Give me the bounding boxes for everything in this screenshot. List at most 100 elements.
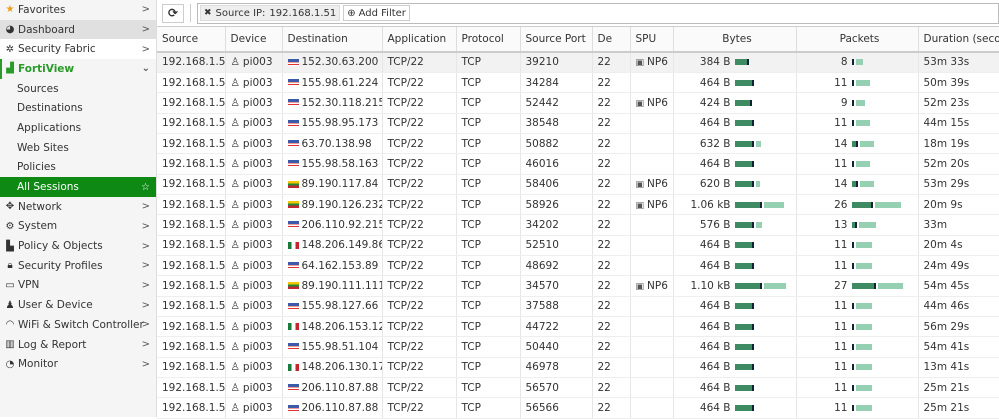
- packets-bar: [851, 384, 873, 391]
- bar-sent: [851, 59, 854, 66]
- table-row[interactable]: 192.168.1.51♙pi003148.206.153.124TCP/22T…: [157, 316, 999, 338]
- bar-sent: [734, 405, 755, 412]
- sidebar-item-policy-objects[interactable]: ▙ Policy & Objects >: [0, 236, 156, 256]
- fabric-icon: ✲: [5, 43, 15, 55]
- flag-us-icon: [287, 221, 299, 229]
- device-cell: ♙ pi003: [225, 357, 283, 379]
- table-row[interactable]: 192.168.1.51♙pi003155.98.95.173TCP/22TCP…: [157, 113, 999, 134]
- flag-mx-icon: [287, 363, 299, 371]
- table-row[interactable]: 192.168.1.51♙pi003155.98.58.163TCP/22TCP…: [157, 153, 999, 175]
- sidebar-item-security-profiles[interactable]: 🔒︎ Security Profiles >: [0, 256, 156, 276]
- column-header-destination[interactable]: Destination: [282, 27, 383, 53]
- main-panel: ⟳ ✖ Source IP: 192.168.1.51 ⊕ Add Filter…: [157, 0, 999, 419]
- column-header-device[interactable]: Device: [225, 27, 283, 53]
- duration-cell: 24m 49s: [918, 255, 999, 277]
- duration-cell: 50m 39s: [918, 72, 999, 94]
- filter-chip-source-ip[interactable]: ✖ Source IP: 192.168.1.51: [200, 5, 341, 21]
- table-row[interactable]: 192.168.1.51♙pi003155.98.61.224TCP/22TCP…: [157, 72, 999, 94]
- table-row[interactable]: 192.168.1.51♙pi00389.190.111.111TCP/22TC…: [157, 275, 999, 297]
- sidebar-item-sources[interactable]: Sources: [0, 79, 156, 99]
- column-header-packets[interactable]: Packets: [796, 27, 919, 53]
- destination-ip: 64.162.153.89: [301, 259, 379, 272]
- bar-sent: [851, 282, 876, 289]
- destination-ip: 148.206.149.86: [301, 239, 382, 252]
- packets-value: 11: [834, 340, 848, 353]
- source-port-cell: 48692: [520, 255, 593, 277]
- packets-cell: 11: [796, 255, 919, 277]
- spu-cell: [630, 214, 674, 236]
- device-cell: ♙ pi003: [225, 214, 283, 236]
- column-header-source[interactable]: Source: [157, 27, 226, 53]
- bytes-cell: 464 B: [673, 296, 797, 317]
- refresh-button[interactable]: ⟳: [162, 3, 184, 23]
- table-row[interactable]: 192.168.1.51♙pi00363.70.138.98TCP/22TCP5…: [157, 133, 999, 155]
- duration-cell: 54m 45s: [918, 275, 999, 297]
- packets-value: 11: [834, 361, 848, 374]
- destination-cell: 206.110.87.88: [282, 377, 383, 399]
- device-name: pi003: [242, 300, 273, 313]
- sidebar-item-destinations[interactable]: Destinations: [0, 98, 156, 118]
- sidebar-item-monitor[interactable]: ◔ Monitor >: [0, 354, 156, 374]
- table-row[interactable]: 192.168.1.51♙pi003148.206.149.86TCP/22TC…: [157, 235, 999, 256]
- packets-value: 9: [840, 96, 848, 109]
- sidebar-item-user-device[interactable]: ♟ User & Device >: [0, 295, 156, 315]
- column-header-de[interactable]: De: [592, 27, 631, 53]
- column-header-spu[interactable]: SPU: [630, 27, 674, 53]
- sidebar-item-favorites[interactable]: ★ Favorites >: [0, 0, 156, 20]
- chevron-icon: >: [141, 43, 150, 55]
- column-header-duration-seconds[interactable]: Duration (seconds): [918, 27, 999, 53]
- flag-lt-icon: [287, 282, 299, 290]
- bar-received: [855, 405, 873, 412]
- column-header-application[interactable]: Application: [382, 27, 457, 53]
- sidebar-item-web-sites[interactable]: Web Sites: [0, 138, 156, 158]
- favorite-star-icon[interactable]: ☆: [141, 182, 150, 193]
- table-row[interactable]: 192.168.1.51♙pi003152.30.63.200TCP/22TCP…: [157, 52, 999, 73]
- table-row[interactable]: 192.168.1.51♙pi003155.98.127.66TCP/22TCP…: [157, 296, 999, 317]
- flag-lt-icon: [287, 180, 299, 188]
- table-row[interactable]: 192.168.1.51♙pi003155.98.51.104TCP/22TCP…: [157, 336, 999, 358]
- bytes-cell: 464 B: [673, 72, 797, 94]
- sidebar-item-label: System: [18, 220, 58, 233]
- sidebar-item-security-fabric[interactable]: ✲ Security Fabric >: [0, 39, 156, 60]
- packets-cell: 27: [796, 275, 919, 297]
- sidebar-item-label: FortiView: [18, 62, 75, 75]
- table-row[interactable]: 192.168.1.51♙pi003148.206.130.176TCP/22T…: [157, 357, 999, 379]
- column-header-protocol[interactable]: Protocol: [456, 27, 521, 53]
- sidebar-item-applications[interactable]: Applications: [0, 118, 156, 138]
- device-cell: ♙ pi003: [225, 153, 283, 175]
- bytes-value: 464 B: [699, 340, 731, 353]
- table-row[interactable]: 192.168.1.51♙pi003206.110.92.215TCP/22TC…: [157, 214, 999, 236]
- protocol-cell: TCP: [456, 72, 521, 94]
- table-row[interactable]: 192.168.1.51♙pi00389.190.117.84TCP/22TCP…: [157, 174, 999, 195]
- flag-us-icon: [287, 58, 299, 66]
- sidebar-item-dashboard[interactable]: ◕ Dashboard >: [0, 19, 156, 40]
- application-cell: TCP/22: [382, 316, 457, 338]
- sidebar-item-fortiview[interactable]: ▟ FortiView ⌄: [0, 59, 156, 79]
- bar-received: [855, 160, 870, 167]
- table-row[interactable]: 192.168.1.51♙pi00389.190.126.232TCP/22TC…: [157, 194, 999, 216]
- sidebar-item-all-sessions[interactable]: All Sessions ☆: [0, 177, 156, 197]
- column-header-source-port[interactable]: Source Port: [520, 27, 593, 53]
- table-row[interactable]: 192.168.1.51♙pi003152.30.118.215TCP/22TC…: [157, 92, 999, 114]
- source-cell: 192.168.1.51: [157, 72, 226, 94]
- sidebar-item-wifi-switch-controller[interactable]: ◠ WiFi & Switch Controller >: [0, 315, 156, 335]
- column-header-bytes[interactable]: Bytes: [673, 27, 797, 53]
- sidebar-item-vpn[interactable]: ▭ VPN >: [0, 276, 156, 296]
- source-port-cell: 50440: [520, 336, 593, 358]
- add-filter-button[interactable]: ⊕ Add Filter: [343, 5, 410, 21]
- sidebar-item-log-report[interactable]: ▥ Log & Report >: [0, 335, 156, 355]
- table-row[interactable]: 192.168.1.51♙pi00364.162.153.89TCP/22TCP…: [157, 255, 999, 277]
- remove-filter-icon[interactable]: ✖: [204, 8, 212, 18]
- duration-cell: 54m 41s: [918, 336, 999, 358]
- destination-cell: 148.206.153.124: [282, 316, 383, 338]
- filter-bar[interactable]: ✖ Source IP: 192.168.1.51 ⊕ Add Filter: [197, 2, 999, 24]
- table-row[interactable]: 192.168.1.51♙pi003206.110.87.88TCP/22TCP…: [157, 377, 999, 399]
- sidebar-item-policies[interactable]: Policies: [0, 158, 156, 178]
- table-row[interactable]: 192.168.1.51♙pi003206.110.87.88TCP/22TCP…: [157, 397, 999, 419]
- application-cell: TCP/22: [382, 235, 457, 256]
- source-cell: 192.168.1.51: [157, 153, 226, 175]
- chevron-icon: >: [141, 201, 150, 213]
- sidebar-item-network[interactable]: ✥ Network >: [0, 197, 156, 217]
- application-cell: TCP/22: [382, 72, 457, 94]
- sidebar-item-system[interactable]: ⚙ System >: [0, 217, 156, 237]
